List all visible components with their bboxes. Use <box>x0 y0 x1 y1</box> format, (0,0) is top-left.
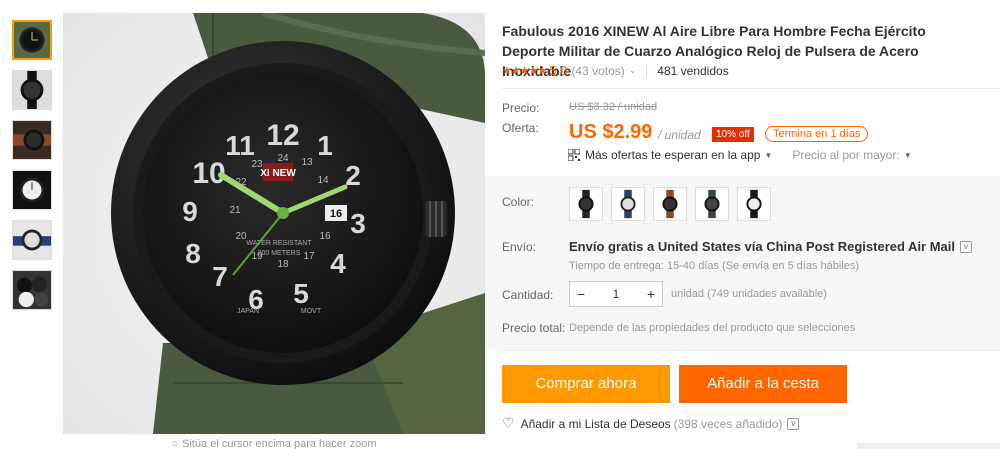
date-window: 16 <box>330 208 342 220</box>
watch-brand-logo: XI NEW <box>260 168 296 179</box>
inner-numeral: 14 <box>317 175 329 186</box>
main-product-image[interactable]: 12 1 2 3 4 5 6 7 8 9 10 11 24 13 14 15 1… <box>63 13 485 434</box>
zoom-hint: ○ Sitúa el cursor encima para hacer zoom <box>171 438 377 449</box>
sale-price: US $2.99 <box>569 121 653 143</box>
dial-numeral: 2 <box>345 160 361 191</box>
color-options <box>569 187 771 221</box>
dial-text: JAPAN <box>237 308 259 315</box>
increase-button[interactable]: + <box>640 286 662 302</box>
wishlist-label: Añadir a mi Lista de Deseos <box>520 416 671 431</box>
thumbnail-3[interactable] <box>12 120 52 160</box>
votes-link[interactable]: (43 votos) <box>571 64 624 78</box>
dial-numeral: 1 <box>317 130 333 161</box>
add-to-cart-button[interactable]: Añadir a la cesta <box>679 365 847 403</box>
thumbnail-4[interactable] <box>12 170 52 210</box>
inner-numeral: 24 <box>277 153 289 164</box>
quantity-label: Cantidad: <box>502 288 554 302</box>
inner-numeral: 13 <box>301 157 313 168</box>
inner-numeral: 18 <box>277 259 289 270</box>
inner-numeral: 21 <box>229 205 241 216</box>
dial-numeral: 5 <box>293 278 309 309</box>
chevron-down-icon[interactable]: v <box>960 240 973 253</box>
heart-icon: ♡ <box>502 415 515 431</box>
dial-numeral: 3 <box>350 208 366 239</box>
color-option-3[interactable] <box>653 187 687 221</box>
color-option-4[interactable] <box>695 187 729 221</box>
chevron-down-icon[interactable]: ⌄ <box>629 65 637 76</box>
thumbnail-1[interactable] <box>12 20 52 60</box>
wishlist-button[interactable]: ♡ Añadir a mi Lista de Deseos (398 veces… <box>502 415 800 432</box>
thumbnail-2[interactable] <box>12 70 52 110</box>
inner-numeral: 16 <box>319 231 331 242</box>
price-unit: / unidad <box>658 128 701 142</box>
divider <box>502 88 1000 89</box>
dial-numeral: 8 <box>185 238 201 269</box>
color-option-2[interactable] <box>611 187 645 221</box>
quantity-stepper: − + <box>569 281 663 307</box>
quantity-info: unidad (749 unidades available) <box>671 288 827 300</box>
divider <box>646 64 648 77</box>
offer-label: Oferta: <box>502 121 539 135</box>
chevron-down-icon[interactable]: v <box>787 417 800 430</box>
thumbnail-5[interactable] <box>12 220 52 260</box>
wishlist-count: (398 veces añadido) <box>673 416 783 431</box>
color-option-1[interactable] <box>569 187 603 221</box>
quantity-input[interactable] <box>592 287 640 301</box>
rating-row: ★★★★★ 5.0 (43 votos) ⌄ 481 vendidos <box>502 63 729 78</box>
dial-numeral: 12 <box>266 119 299 152</box>
qr-code-icon <box>568 149 580 161</box>
watch-image: 12 1 2 3 4 5 6 7 8 9 10 11 24 13 14 15 1… <box>63 13 485 434</box>
total-text: Depende de las propiedades del producto … <box>569 322 856 334</box>
magnifier-icon: ○ <box>171 438 179 449</box>
color-label: Color: <box>502 195 535 209</box>
dial-numeral: 9 <box>182 196 198 227</box>
app-offer-row[interactable]: Más ofertas te esperan en la app ▼ Preci… <box>568 148 912 162</box>
thumbnail-list <box>12 20 54 320</box>
product-info: Fabulous 2016 XINEW Al Aire Libre Para H… <box>500 0 1000 449</box>
ends-badge: Termina en 1 días <box>765 126 869 142</box>
shipping-label: Envío: <box>502 240 537 254</box>
dial-numeral: 4 <box>330 248 346 279</box>
bulk-price-link[interactable]: Precio al por mayor: <box>792 148 899 162</box>
thumbnail-6[interactable] <box>12 270 52 310</box>
inner-numeral: 20 <box>235 231 247 242</box>
shipping-time: Tiempo de entrega: 15-40 días (Se envía … <box>569 260 860 272</box>
caret-down-icon: ▼ <box>903 150 912 160</box>
dial-numeral: 7 <box>212 261 228 292</box>
divider <box>502 350 1000 351</box>
price-label: Precio: <box>502 101 540 115</box>
scroll-strip <box>857 443 1000 449</box>
decrease-button[interactable]: − <box>570 286 592 302</box>
total-label: Precio total: <box>502 321 566 335</box>
dial-numeral: 11 <box>225 130 255 161</box>
discount-badge: 10% off <box>712 127 754 142</box>
color-option-5[interactable] <box>737 187 771 221</box>
star-icons: ★★★★★ <box>502 65 547 77</box>
rating-score: 5.0 <box>549 63 568 78</box>
buy-now-button[interactable]: Comprar ahora <box>502 365 670 403</box>
dial-text: 200 METERS <box>258 250 301 257</box>
shipping-method[interactable]: Envío gratis a United States vía China P… <box>569 239 973 254</box>
original-price: US $3.32 / unidad <box>569 101 658 113</box>
dial-text: MOVT <box>301 308 322 315</box>
sold-count: 481 vendidos <box>657 63 729 78</box>
app-offer-text: Más ofertas te esperan en la app <box>585 148 761 162</box>
caret-down-icon: ▼ <box>764 150 773 160</box>
inner-numeral: 17 <box>303 251 315 262</box>
